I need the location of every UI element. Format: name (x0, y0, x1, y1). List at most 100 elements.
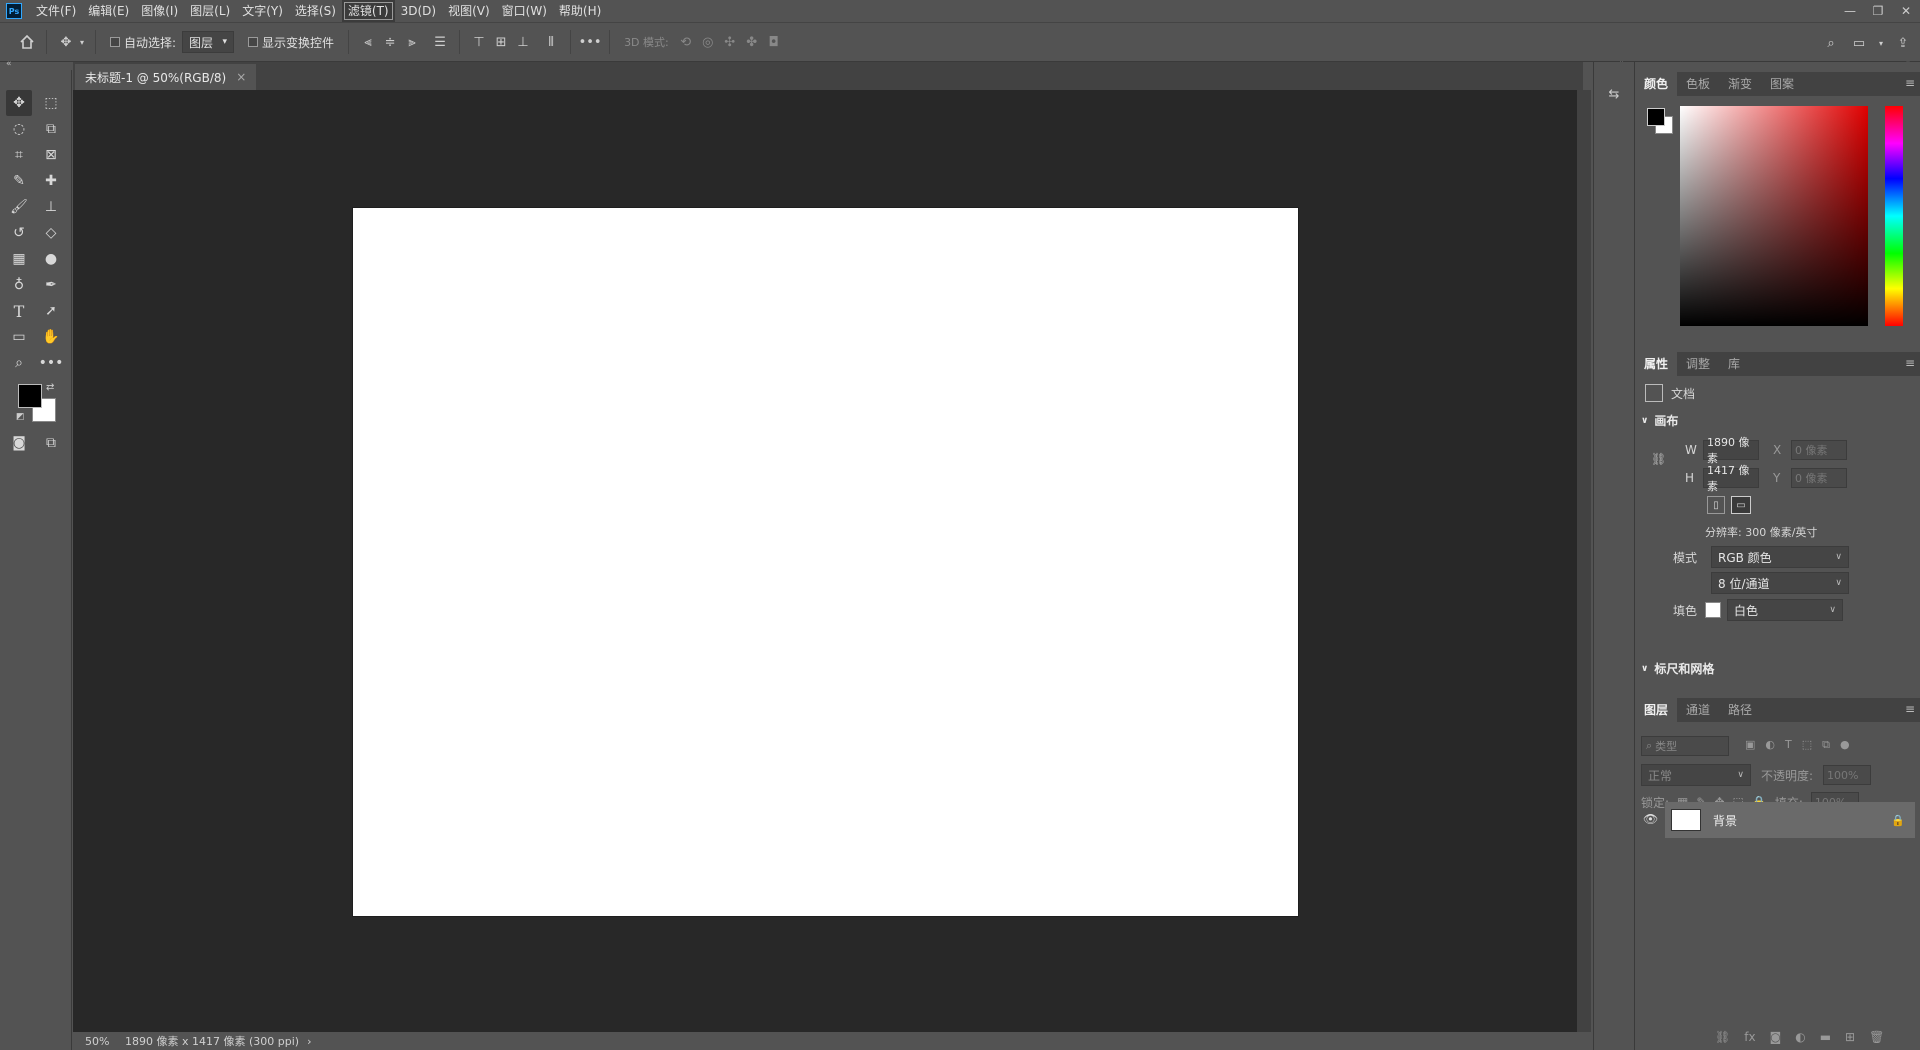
close-window-icon[interactable]: ✕ (1892, 0, 1920, 22)
gradient-tool-icon[interactable]: ▦ (6, 246, 32, 272)
menu-view[interactable]: 视图(V) (442, 0, 496, 22)
fill-dropdown[interactable]: 白色 ∨ (1727, 599, 1843, 621)
menu-3d[interactable]: 3D(D) (395, 0, 442, 22)
y-input[interactable]: 0 像素 (1791, 468, 1847, 488)
menu-layer[interactable]: 图层(L) (184, 0, 236, 22)
move-tool-icon[interactable]: ✥ (55, 31, 77, 53)
align-top-icon[interactable]: ⊤ (468, 31, 490, 53)
healing-brush-tool-icon[interactable]: ✚ (38, 168, 64, 194)
filter-shape-icon[interactable]: ⬚ (1802, 738, 1812, 752)
bit-depth-dropdown[interactable]: 8 位/通道 ∨ (1711, 572, 1849, 594)
default-colors-icon[interactable]: ◩ (16, 412, 25, 422)
lasso-tool-icon[interactable]: ◌ (6, 116, 32, 142)
filter-type-icon[interactable]: T (1785, 738, 1792, 752)
3d-roll-icon[interactable]: ◎ (697, 31, 719, 53)
type-tool-icon[interactable]: T (6, 298, 32, 324)
3d-slide-icon[interactable]: ✤ (741, 31, 763, 53)
collapse-left-icon[interactable]: « (6, 59, 12, 69)
align-hcenter-icon[interactable]: ≑ (379, 31, 401, 53)
show-transform-checkbox[interactable]: 显示变换控件 (248, 34, 334, 51)
menu-select[interactable]: 选择(S) (289, 0, 342, 22)
document-canvas[interactable] (353, 208, 1298, 916)
history-panel-icon[interactable]: ⇆ (1602, 82, 1626, 106)
canvas-workspace[interactable] (73, 90, 1577, 1032)
auto-select-dropdown[interactable]: 图层 ▾ (182, 31, 235, 53)
menu-image[interactable]: 图像(I) (135, 0, 184, 22)
tab-color[interactable]: 颜色 (1635, 72, 1678, 96)
mode-dropdown[interactable]: RGB 颜色 ∨ (1711, 546, 1849, 568)
tab-channels[interactable]: 通道 (1677, 698, 1719, 722)
rulers-grids-section-header[interactable]: ∨ 标尺和网格 (1641, 660, 1714, 677)
frame-tool-icon[interactable]: ⊠ (38, 142, 64, 168)
quick-mask-icon[interactable]: ◙ (6, 430, 32, 456)
screen-mode-icon[interactable]: ⧉ (38, 430, 64, 456)
eyedropper-tool-icon[interactable]: ✎ (6, 168, 32, 194)
align-bottom-icon[interactable]: ⊥ (512, 31, 534, 53)
share-icon[interactable]: ⇪ (1892, 32, 1914, 54)
hand-tool-icon[interactable]: ✋ (38, 324, 64, 350)
layer-style-icon[interactable]: fx (1744, 1030, 1755, 1044)
history-brush-tool-icon[interactable]: ↺ (6, 220, 32, 246)
document-tab[interactable]: 未标题-1 @ 50%(RGB/8) × (75, 64, 257, 90)
new-group-icon[interactable]: ▬ (1820, 1030, 1831, 1044)
minimize-icon[interactable]: — (1836, 0, 1864, 22)
delete-layer-icon[interactable]: 🗑 (1869, 1030, 1884, 1044)
3d-pan-icon[interactable]: ✣ (719, 31, 741, 53)
tab-libraries[interactable]: 库 (1719, 352, 1749, 376)
home-icon[interactable] (16, 31, 38, 53)
new-layer-icon[interactable]: ⊞ (1845, 1030, 1855, 1044)
filter-smart-object-icon[interactable]: ⧉ (1822, 738, 1830, 752)
portrait-icon[interactable]: ▯ (1707, 496, 1725, 514)
zoom-tool-icon[interactable]: ⌕ (6, 350, 32, 376)
tab-properties[interactable]: 属性 (1635, 352, 1678, 376)
eraser-tool-icon[interactable]: ◇ (38, 220, 64, 246)
fill-color-swatch[interactable] (1705, 602, 1721, 618)
opacity-input[interactable]: 100% (1823, 765, 1872, 785)
color-panel-foreground-swatch[interactable] (1647, 108, 1665, 126)
hue-slider[interactable] (1885, 106, 1903, 326)
status-arrow-icon[interactable]: › (307, 1035, 311, 1048)
marquee-tool-icon[interactable]: ⬚ (38, 90, 64, 116)
object-select-tool-icon[interactable]: ⧉ (38, 116, 64, 142)
3d-camera-icon[interactable]: ◘ (763, 31, 785, 53)
tab-patterns[interactable]: 图案 (1761, 72, 1803, 96)
pen-tool-icon[interactable]: ✒ (38, 272, 64, 298)
distribute-vertical-icon[interactable]: ☰ (429, 31, 451, 53)
link-layers-icon[interactable]: ⛓ (1715, 1030, 1730, 1044)
landscape-icon[interactable]: ▭ (1731, 496, 1751, 514)
close-tab-icon[interactable]: × (236, 70, 246, 84)
rectangle-tool-icon[interactable]: ▭ (6, 324, 32, 350)
move-tool-icon[interactable]: ✥ (6, 90, 32, 116)
height-input[interactable]: 1417 像素 (1703, 464, 1759, 493)
zoom-level[interactable]: 50% (73, 1035, 111, 1048)
tab-swatches[interactable]: 色板 (1677, 72, 1719, 96)
add-mask-icon[interactable]: ◙ (1770, 1030, 1782, 1044)
3d-orbit-icon[interactable]: ⟲ (675, 31, 697, 53)
x-input[interactable]: 0 像素 (1791, 440, 1847, 460)
more-options-icon[interactable]: ••• (579, 31, 602, 53)
menu-file[interactable]: 文件(F) (30, 0, 82, 22)
filter-pixel-icon[interactable]: ▣ (1745, 738, 1755, 752)
menu-window[interactable]: 窗口(W) (496, 0, 553, 22)
adjustment-layer-icon[interactable]: ◐ (1795, 1030, 1805, 1044)
align-left-icon[interactable]: ⫷ (357, 31, 379, 53)
panel-menu-icon[interactable]: ≡ (1905, 76, 1915, 90)
swap-colors-icon[interactable]: ⇄ (46, 382, 54, 393)
layer-row[interactable]: 背景 🔒 (1665, 802, 1915, 838)
auto-select-checkbox[interactable]: 自动选择: (110, 34, 176, 51)
crop-tool-icon[interactable]: ⌗ (6, 142, 32, 168)
chevron-down-icon[interactable]: ▾ (77, 31, 87, 53)
more-tools-icon[interactable]: ••• (38, 350, 64, 376)
foreground-color-swatch[interactable] (18, 384, 42, 408)
filter-toggle-icon[interactable]: ● (1840, 738, 1850, 752)
width-input[interactable]: 1890 像素 (1703, 436, 1759, 465)
search-icon[interactable]: ⌕ (1820, 32, 1842, 54)
canvas-section-header[interactable]: ∨ 画布 (1641, 412, 1678, 429)
distribute-horizontal-icon[interactable]: ⦀ (540, 31, 562, 53)
brush-tool-icon[interactable]: 🖌 (6, 194, 32, 220)
visibility-eye-icon[interactable]: 👁 (1643, 812, 1658, 826)
menu-edit[interactable]: 编辑(E) (82, 0, 135, 22)
layer-lock-icon[interactable]: 🔒 (1891, 814, 1905, 827)
dodge-tool-icon[interactable]: ♁ (6, 272, 32, 298)
chevron-down-icon[interactable]: ▾ (1876, 32, 1886, 54)
